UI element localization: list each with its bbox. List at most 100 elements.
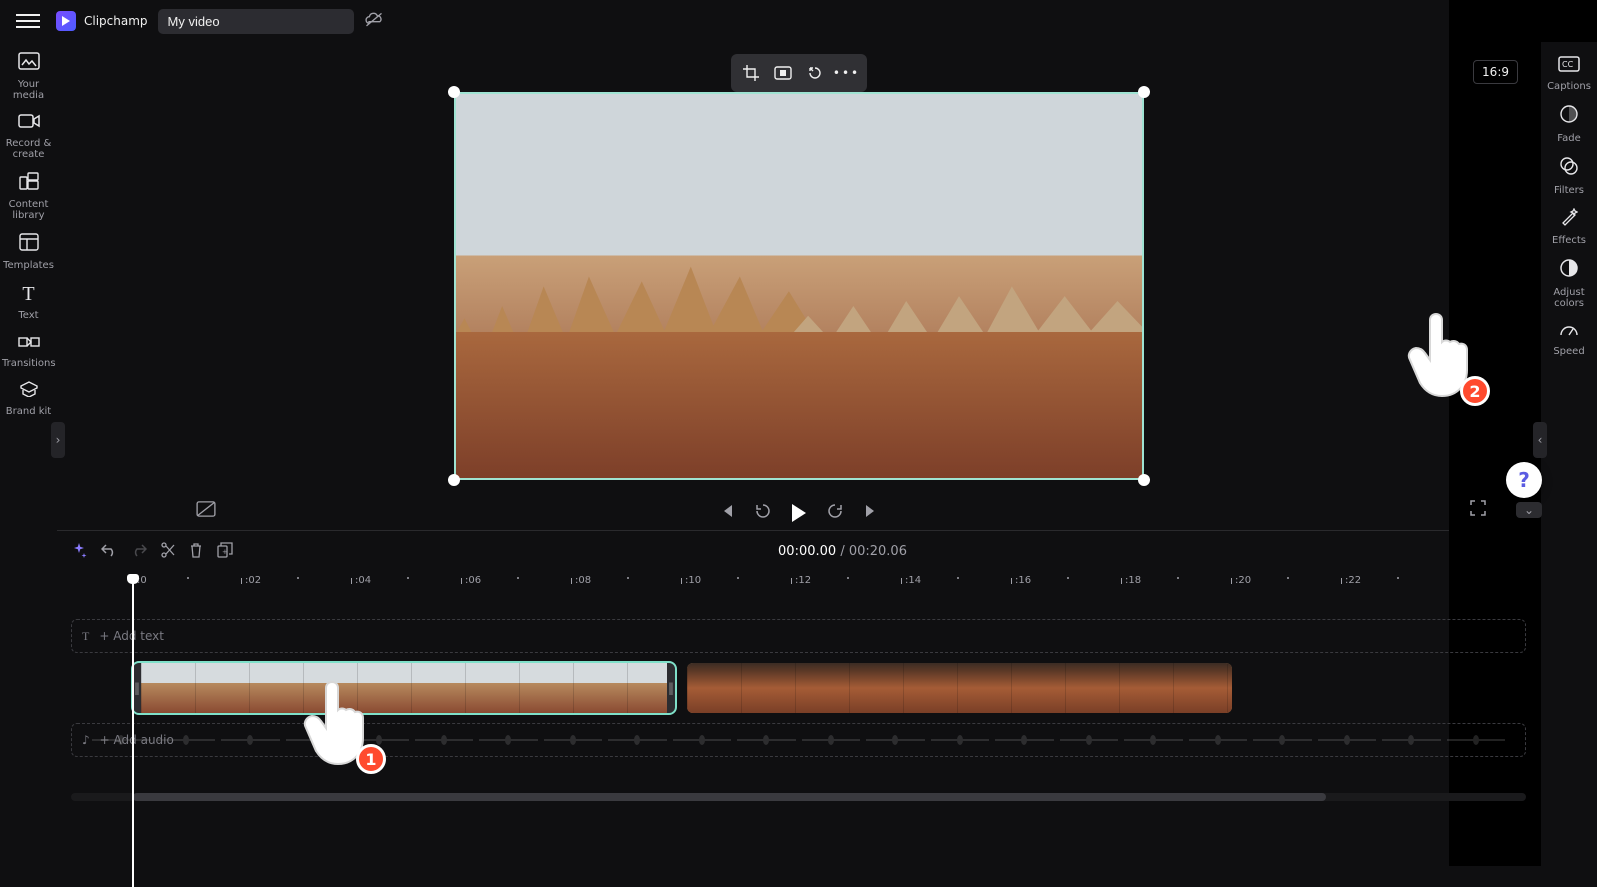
rail-label: Fade [1541, 133, 1597, 144]
ruler-tick: :22 [1341, 575, 1361, 586]
more-button[interactable]: ••• [833, 59, 861, 87]
audio-track[interactable]: ♪ + Add audio [71, 723, 1526, 757]
forward-button[interactable] [826, 502, 844, 524]
ruler-tick: :20 [1231, 575, 1251, 586]
adjust-colors-icon [1541, 258, 1597, 283]
panel-collapse-button[interactable]: ⌄ [1516, 502, 1542, 518]
timeline-tracks: T + Add text ‖ ‖ ♪ + Add audio [71, 619, 1526, 767]
clip-trim-right[interactable]: ‖ [667, 663, 675, 713]
sparkle-icon [71, 542, 87, 558]
rail-adjust-colors[interactable]: Adjust colors [1541, 258, 1597, 309]
ruler-tick: :04 [351, 575, 371, 586]
ruler-dot [847, 577, 849, 579]
undo-button[interactable] [101, 543, 117, 560]
rail-content-library[interactable]: Content library [0, 172, 57, 221]
templates-icon [0, 233, 57, 256]
rail-transitions[interactable]: Transitions [0, 333, 57, 369]
redo-icon [131, 543, 147, 557]
preview-toolbar: ••• [731, 54, 867, 92]
rail-label: Effects [1541, 235, 1597, 246]
playhead[interactable] [132, 577, 134, 887]
undo-icon [101, 543, 117, 557]
pip-button[interactable] [801, 59, 829, 87]
split-button[interactable] [161, 542, 175, 561]
menu-button[interactable] [16, 14, 40, 28]
rail-filters[interactable]: Filters [1541, 156, 1597, 196]
resize-handle-tl[interactable] [448, 86, 460, 98]
cloud-off-icon[interactable] [364, 12, 384, 31]
help-button[interactable]: ? [1506, 462, 1542, 498]
rail-captions[interactable]: CC Captions [1541, 56, 1597, 92]
project-title-input[interactable] [158, 9, 354, 34]
resize-handle-br[interactable] [1138, 474, 1150, 486]
timeline-toolbar: + 00:00.00 / 00:20.06 [57, 531, 1540, 571]
ruler-tick: :10 [681, 575, 701, 586]
rail-fade[interactable]: Fade [1541, 104, 1597, 144]
scrollbar-thumb[interactable] [133, 793, 1326, 801]
ruler-dot [1397, 577, 1399, 579]
pip-icon [807, 65, 823, 81]
delete-button[interactable] [189, 542, 203, 561]
timeline-ruler[interactable]: :0 :02 :04 :06 :08 :10 :12 :14 :16 :18 [71, 571, 1526, 599]
magic-button[interactable] [71, 542, 87, 561]
ruler-dot [1177, 577, 1179, 579]
redo-button[interactable] [131, 543, 147, 560]
crop-button[interactable] [737, 59, 765, 87]
playback-controls [718, 502, 880, 524]
ruler-tick: :16 [1011, 575, 1031, 586]
rail-effects[interactable]: Effects [1541, 208, 1597, 246]
right-rail-collapse[interactable]: ‹ [1533, 422, 1547, 458]
record-icon [0, 113, 57, 134]
preview-artwork [456, 332, 1142, 478]
ruler-tick: :02 [241, 575, 261, 586]
video-preview[interactable] [454, 92, 1144, 480]
timecode-current: 00:00.00 [778, 544, 836, 559]
resize-handle-bl[interactable] [448, 474, 460, 486]
text-track[interactable]: T + Add text [71, 619, 1526, 653]
aspect-ratio-button[interactable]: 16:9 [1473, 60, 1518, 84]
rail-your-media[interactable]: Your media [0, 52, 57, 101]
skip-forward-button[interactable] [864, 503, 880, 523]
ruler-tick: :06 [461, 575, 481, 586]
rail-text[interactable]: T Text [0, 283, 57, 321]
left-rail: Your media Record & create Content libra… [0, 42, 57, 866]
ruler-tick: :14 [901, 575, 921, 586]
rail-label: Transitions [0, 358, 57, 369]
ruler-dot [957, 577, 959, 579]
question-icon: ? [1518, 468, 1530, 492]
chevron-down-icon: ⌄ [1524, 503, 1534, 517]
rail-templates[interactable]: Templates [0, 233, 57, 271]
toggle-overlay-button[interactable] [196, 501, 216, 520]
ruler-tick: :08 [571, 575, 591, 586]
duplicate-icon: + [217, 542, 233, 558]
rail-label: Adjust colors [1541, 287, 1597, 309]
rail-record-create[interactable]: Record & create [0, 113, 57, 160]
ruler-tick: :12 [791, 575, 811, 586]
app-logo[interactable]: Clipchamp [56, 11, 148, 31]
video-clip-2[interactable] [687, 663, 1232, 713]
center-column: ••• 16:9 [57, 42, 1541, 866]
resize-handle-tr[interactable] [1138, 86, 1150, 98]
fullscreen-button[interactable] [1469, 499, 1487, 520]
video-clip-1[interactable]: ‖ ‖ [133, 663, 675, 713]
rewind-button[interactable] [754, 502, 772, 524]
trash-icon [189, 542, 203, 558]
rail-speed[interactable]: Speed [1541, 321, 1597, 357]
fit-button[interactable] [769, 59, 797, 87]
ruler-dot [1287, 577, 1289, 579]
speed-icon [1541, 321, 1597, 342]
skip-forward-icon [864, 503, 880, 519]
aspect-label: 16:9 [1482, 65, 1509, 79]
skip-back-button[interactable] [718, 503, 734, 523]
canvas-area: ••• 16:9 [57, 42, 1540, 530]
transitions-icon [0, 333, 57, 354]
play-button[interactable] [792, 504, 806, 522]
duplicate-button[interactable]: + [217, 542, 233, 561]
skip-back-icon [718, 503, 734, 519]
rail-brand-kit[interactable]: Brand kit [0, 381, 57, 417]
clip-trim-left[interactable]: ‖ [133, 663, 141, 713]
app-name: Clipchamp [84, 14, 148, 28]
rail-label: Brand kit [0, 406, 57, 417]
timeline-scrollbar[interactable] [71, 793, 1526, 801]
rail-label: Templates [0, 260, 57, 271]
